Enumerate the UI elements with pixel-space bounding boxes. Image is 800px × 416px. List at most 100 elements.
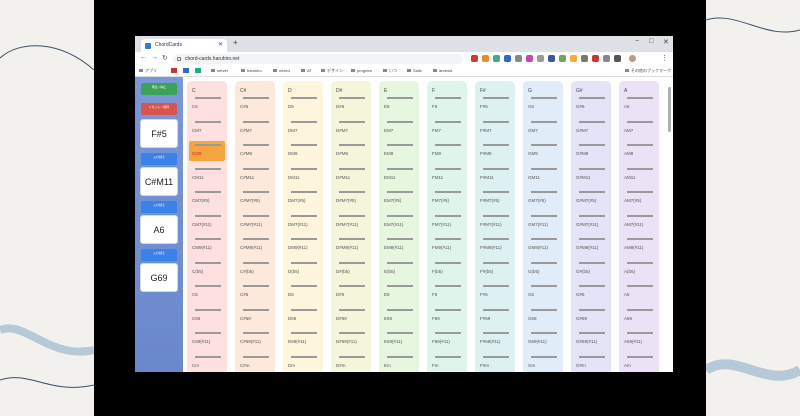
chord-card[interactable]: DM9 — [285, 141, 321, 161]
chord-card[interactable]: A69 — [621, 306, 657, 326]
chord-card[interactable]: F#(b5) — [477, 259, 513, 279]
swap-button[interactable]: 入れ替え — [141, 201, 177, 213]
chord-card[interactable]: AM7 — [621, 118, 657, 138]
reload-icon[interactable]: ↻ — [162, 54, 168, 62]
back-icon[interactable]: ← — [140, 54, 147, 61]
chord-card[interactable]: G#M7(#5) — [573, 188, 609, 208]
chord-card[interactable]: C#M9 — [237, 141, 273, 161]
chord-card[interactable]: D#M7(#5) — [333, 188, 369, 208]
chord-card[interactable]: Em — [381, 353, 417, 373]
chord-card[interactable]: Fm — [429, 353, 465, 373]
chord-card[interactable]: C#(b5) — [237, 259, 273, 279]
chord-card[interactable]: CM9 — [189, 141, 225, 161]
chord-card[interactable]: G(b5) — [525, 259, 561, 279]
chord-card[interactable]: F#m — [477, 353, 513, 373]
bookmark-item[interactable]: program — [351, 68, 372, 73]
chord-card[interactable]: C#M7(#5) — [237, 188, 273, 208]
chord-card[interactable]: AM7(#11) — [621, 212, 657, 232]
chord-card[interactable]: F#M9 — [477, 141, 513, 161]
chord-card[interactable]: F#M11 — [477, 165, 513, 185]
extension-icon[interactable] — [548, 55, 555, 62]
extension-icon[interactable] — [515, 55, 522, 62]
chord-card[interactable]: CM7(#11) — [189, 212, 225, 232]
chord-card[interactable]: FM7(#5) — [429, 188, 465, 208]
chord-card[interactable]: A69(#11) — [621, 329, 657, 349]
chord-card[interactable]: F#5 — [477, 282, 513, 302]
bookmark-item[interactable]: server — [211, 68, 228, 73]
chord-card[interactable]: DM11 — [285, 165, 321, 185]
chord-card[interactable]: CM7(#5) — [189, 188, 225, 208]
chord-card[interactable]: D#6 — [333, 94, 369, 114]
chord-card[interactable]: F#M7(#11) — [477, 212, 513, 232]
chord-card[interactable]: A(b5) — [621, 259, 657, 279]
avatar[interactable] — [629, 55, 636, 62]
bookmark-item[interactable]: android — [433, 68, 452, 73]
chord-card[interactable]: D#(b5) — [333, 259, 369, 279]
extension-icon[interactable] — [504, 55, 511, 62]
chord-card[interactable]: EM7 — [381, 118, 417, 138]
menu-icon[interactable]: ⋮ — [661, 54, 668, 62]
close-window-icon[interactable]: ✕ — [663, 38, 669, 46]
scrollbar[interactable] — [668, 87, 671, 132]
chord-card[interactable]: EM7(#11) — [381, 212, 417, 232]
chord-card[interactable]: G#6 — [573, 94, 609, 114]
chord-card[interactable]: C(b5) — [189, 259, 225, 279]
chord-card[interactable]: G#M9(#11) — [573, 235, 609, 255]
chord-card[interactable]: FM9 — [429, 141, 465, 161]
swap-button[interactable]: 入れ替え — [141, 153, 177, 165]
chord-card[interactable]: F#M7 — [477, 118, 513, 138]
chord-card[interactable]: G#5 — [573, 282, 609, 302]
chord-card[interactable]: Dm — [285, 353, 321, 373]
chord-card[interactable]: F(b5) — [429, 259, 465, 279]
bookmark-item[interactable]: いつ — [383, 68, 397, 74]
extension-icon[interactable] — [559, 55, 566, 62]
extension-icon[interactable] — [482, 55, 489, 62]
chord-card[interactable]: C#6 — [237, 94, 273, 114]
extension-icon[interactable] — [581, 55, 588, 62]
chord-card[interactable]: C69(#11) — [189, 329, 225, 349]
chord-card[interactable]: EM9 — [381, 141, 417, 161]
youtube-icon[interactable] — [171, 68, 177, 73]
chord-card[interactable]: F#69(#11) — [477, 329, 513, 349]
minimize-icon[interactable]: − — [635, 38, 639, 45]
chord-card[interactable]: C#5 — [237, 282, 273, 302]
chord-card[interactable]: D69(#11) — [285, 329, 321, 349]
maximize-icon[interactable]: □ — [649, 38, 653, 45]
extension-icon[interactable] — [471, 55, 478, 62]
chord-slot-3[interactable]: A6 — [140, 215, 178, 244]
chord-card[interactable]: GM7 — [525, 118, 561, 138]
chord-card[interactable]: A5 — [621, 282, 657, 302]
reset-button[interactable]: リセット / 保存 — [141, 103, 177, 115]
chord-card[interactable]: GM7(#11) — [525, 212, 561, 232]
chord-card[interactable]: Cm — [189, 353, 225, 373]
bookmark-item[interactable]: デザイン — [321, 68, 343, 74]
bookmark-icon[interactable] — [195, 68, 201, 73]
chord-card[interactable]: EM9(#11) — [381, 235, 417, 255]
chord-card[interactable]: FM7(#11) — [429, 212, 465, 232]
bookmark-item[interactable]: AT — [301, 68, 312, 73]
other-bookmarks[interactable]: その他のブックマーク — [625, 68, 671, 74]
chord-card[interactable]: AM11 — [621, 165, 657, 185]
chord-card[interactable]: E(b5) — [381, 259, 417, 279]
chord-card[interactable]: DM7(#5) — [285, 188, 321, 208]
chord-card[interactable]: AM7(#5) — [621, 188, 657, 208]
chord-card[interactable]: D69 — [285, 306, 321, 326]
chord-card[interactable]: GM9(#11) — [525, 235, 561, 255]
bookmark-icon[interactable] — [183, 68, 189, 73]
chord-card[interactable]: CM9(#11) — [189, 235, 225, 255]
chord-card[interactable]: G69 — [525, 306, 561, 326]
chord-card[interactable]: D#m — [333, 353, 369, 373]
extension-icon[interactable] — [526, 55, 533, 62]
chord-card[interactable]: G#M9 — [573, 141, 609, 161]
chord-card[interactable]: G5 — [525, 282, 561, 302]
bookmark-item[interactable]: haruhiro — [241, 68, 262, 73]
chord-card[interactable]: C#M11 — [237, 165, 273, 185]
chord-card[interactable]: F#M9(#11) — [477, 235, 513, 255]
chord-card[interactable]: F#6 — [477, 94, 513, 114]
chord-card[interactable]: D#M7 — [333, 118, 369, 138]
chord-card[interactable]: GM9 — [525, 141, 561, 161]
close-tab-icon[interactable]: ✕ — [218, 39, 223, 52]
chord-card[interactable]: G#M7 — [573, 118, 609, 138]
chord-card[interactable]: G69(#11) — [525, 329, 561, 349]
chord-slot-1[interactable]: F#5 — [140, 119, 178, 148]
